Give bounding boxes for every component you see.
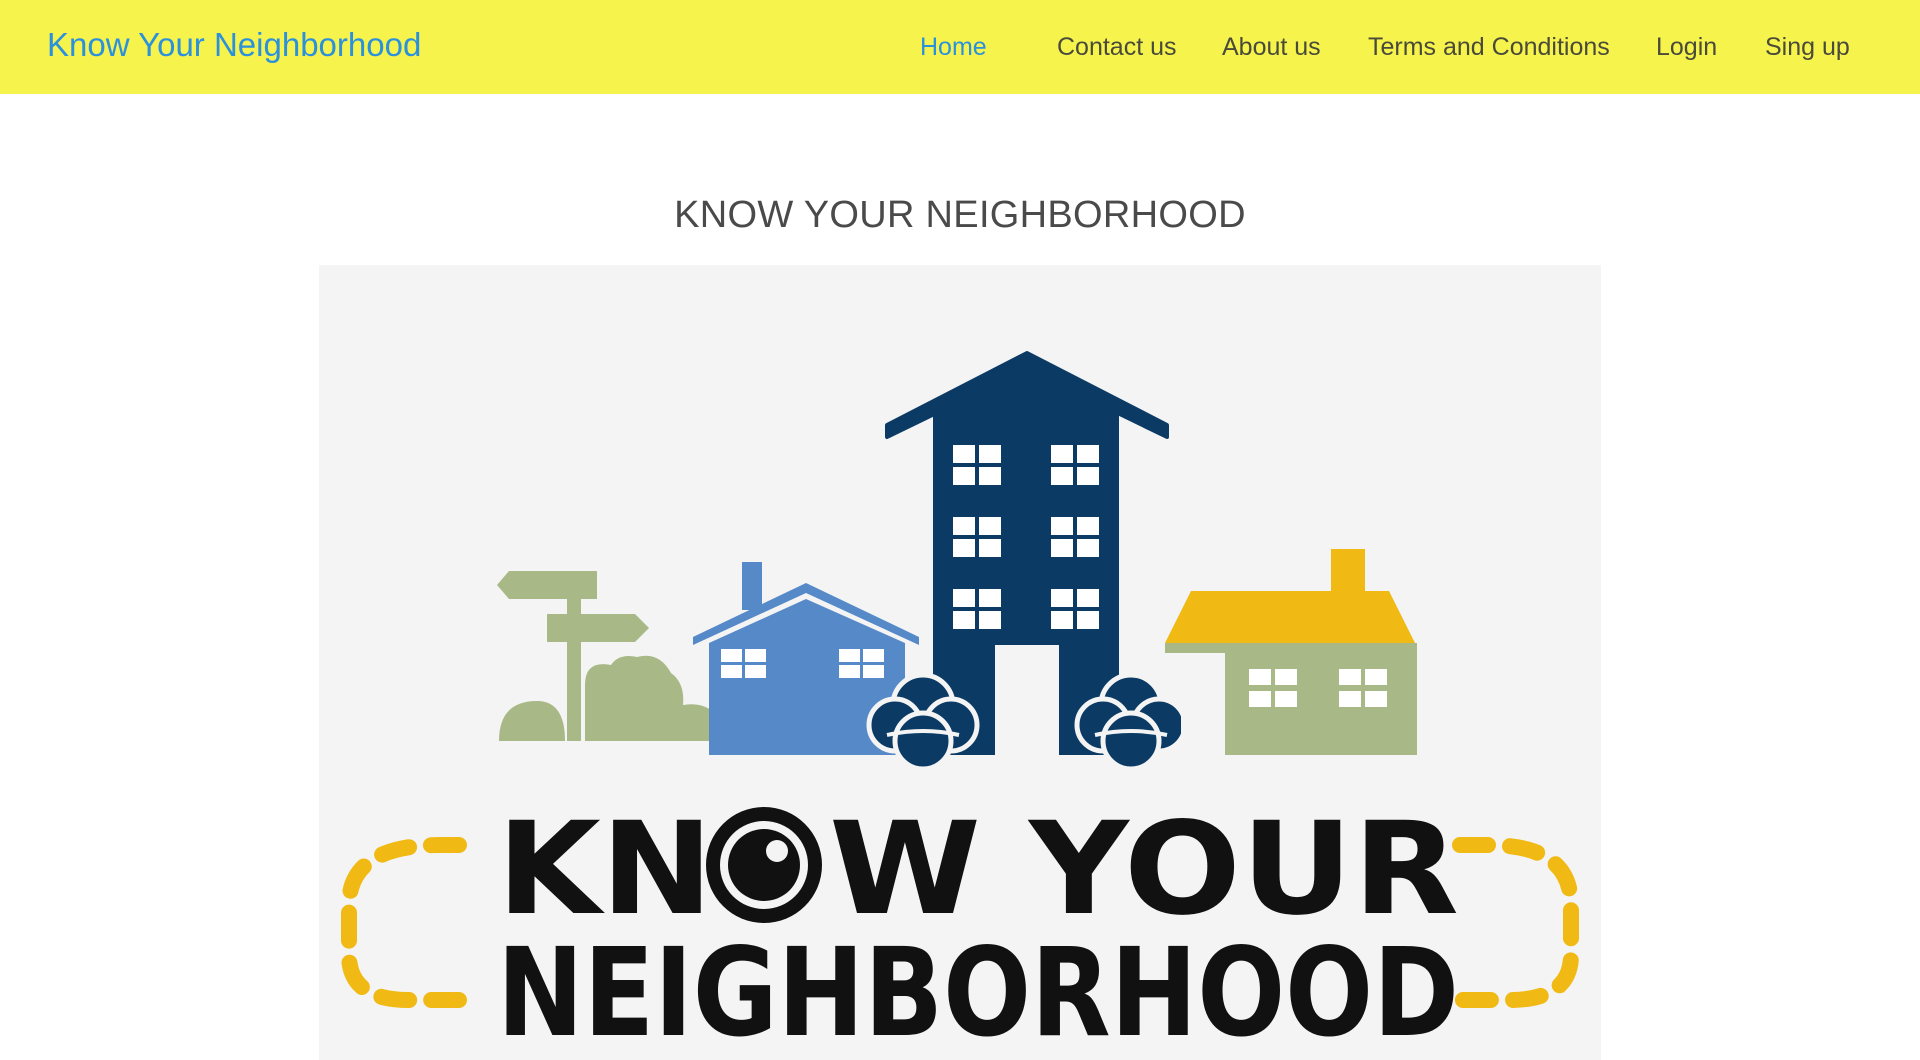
logo-lettering: KN W YOUR NEIGHBORHOOD [497, 795, 1459, 1060]
page-title: KNOW YOUR NEIGHBORHOOD [674, 194, 1246, 236]
nav-home[interactable]: Home [920, 33, 987, 62]
nav-login[interactable]: Login [1656, 33, 1717, 62]
nav-contact-us[interactable]: Contact us [1057, 33, 1177, 62]
nav-sign-up[interactable]: Sing up [1765, 33, 1850, 62]
nav-about-us[interactable]: About us [1222, 33, 1321, 62]
navbar: Know Your Neighborhood Home Contact us A… [0, 0, 1920, 94]
nav-terms-and-conditions[interactable]: Terms and Conditions [1368, 33, 1610, 62]
eye-o-icon [706, 807, 822, 923]
logo-word-neighborhood: NEIGHBORHOOD [497, 922, 1459, 1060]
bushes-icon [499, 655, 735, 741]
hero-logo-image: KN W YOUR NEIGHBORHOOD [319, 265, 1601, 1060]
neighborhood-logo: KN W YOUR NEIGHBORHOOD [341, 351, 1579, 1060]
brand-link[interactable]: Know Your Neighborhood [47, 26, 421, 64]
green-house-icon [1165, 549, 1417, 755]
